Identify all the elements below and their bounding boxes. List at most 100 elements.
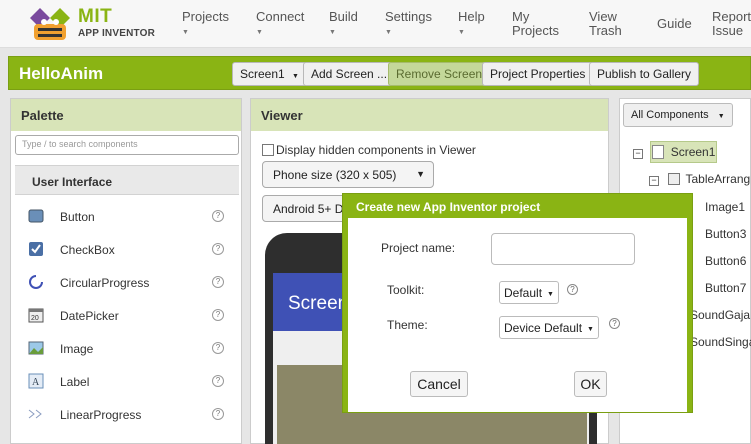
nav-report-issue[interactable]: Report Issue	[712, 10, 751, 38]
toolkit-select[interactable]: Default ▼	[499, 281, 559, 304]
create-project-dialog: Create new App Inventor project Project …	[342, 193, 693, 413]
help-icon[interactable]: ?	[212, 276, 224, 288]
all-components-select[interactable]: All Components ▼	[623, 103, 733, 127]
theme-select[interactable]: Device Default ▼	[499, 316, 599, 339]
android-version-value: Android 5+ D	[273, 202, 344, 216]
palette-item-label: Button	[60, 210, 95, 224]
circular-progress-icon	[29, 275, 43, 289]
tree-item-button7[interactable]: Button7	[705, 281, 746, 295]
palette-item-checkbox[interactable]: CheckBox ?	[15, 233, 239, 266]
palette-item-label: CheckBox	[60, 243, 115, 257]
palette-item-linearprogress[interactable]: LinearProgress ?	[15, 398, 239, 431]
palette-item-label: LinearProgress	[60, 408, 142, 422]
project-name-label: Project name:	[381, 241, 456, 255]
tree-item-soundgaja[interactable]: SoundGaja	[690, 308, 750, 322]
palette-item-label-component[interactable]: A Label ?	[15, 365, 239, 398]
theme-help-icon[interactable]: ?	[609, 318, 620, 329]
help-icon[interactable]: ?	[212, 210, 224, 222]
app-inventor-logo[interactable]: MIT APP INVENTOR	[26, 4, 156, 44]
viewer-title: Viewer	[251, 99, 608, 131]
tree-item-label: TableArrang	[685, 172, 751, 186]
tree-item-soundsinga[interactable]: SoundSinga	[690, 335, 751, 349]
nav-guide[interactable]: Guide	[657, 17, 692, 31]
palette-item-label: CircularProgress	[60, 276, 150, 290]
tree-item-label: Screen1	[670, 145, 716, 159]
table-arrangement-icon	[668, 173, 681, 185]
ok-button[interactable]: OK	[574, 371, 607, 397]
chevron-down-icon: ▼	[717, 113, 725, 120]
tree-item-button3[interactable]: Button3	[705, 227, 746, 241]
help-icon[interactable]: ?	[212, 408, 224, 420]
help-icon[interactable]: ?	[212, 342, 224, 354]
nav-build[interactable]: Build ▼	[329, 10, 358, 40]
collapse-icon[interactable]: −	[633, 149, 643, 159]
logo-mit-text: MIT	[78, 6, 113, 27]
phone-size-value: Phone size (320 x 505)	[273, 168, 397, 182]
dialog-title: Create new App Inventor project	[356, 200, 541, 214]
help-icon[interactable]: ?	[212, 309, 224, 321]
nav-my-projects[interactable]: My Projects	[512, 10, 562, 38]
screen-select[interactable]: Screen1 ▼	[232, 62, 307, 86]
checkbox-icon	[29, 242, 43, 256]
chevron-down-icon: ▼	[256, 29, 263, 36]
palette-panel: Palette Type / to search components User…	[10, 98, 242, 444]
nav-settings[interactable]: Settings ▼	[385, 10, 432, 40]
palette-search-input[interactable]: Type / to search components	[15, 135, 239, 155]
linear-progress-icon	[28, 409, 42, 419]
tree-item-image1[interactable]: Image1	[705, 200, 745, 214]
nav-help-label: Help	[458, 9, 485, 24]
svg-text:20: 20	[31, 315, 39, 322]
toolkit-label: Toolkit:	[387, 283, 425, 297]
tree-item-button6[interactable]: Button6	[705, 254, 746, 268]
palette-item-image[interactable]: Image ?	[15, 332, 239, 365]
display-hidden-checkbox[interactable]	[262, 144, 274, 156]
palette-section-user-interface[interactable]: User Interface	[15, 165, 239, 195]
nav-projects-label: Projects	[182, 9, 229, 24]
nav-projects[interactable]: Projects ▼	[182, 10, 229, 40]
toolkit-help-icon[interactable]: ?	[567, 284, 578, 295]
palette-title: Palette	[11, 99, 241, 131]
display-hidden-checkbox-row[interactable]: Display hidden components in Viewer	[262, 143, 476, 157]
logo-app-inventor-text: APP INVENTOR	[78, 28, 156, 39]
chevron-down-icon: ▼	[587, 326, 594, 333]
publish-to-gallery-button[interactable]: Publish to Gallery	[589, 62, 700, 86]
tree-item-tablearrangement[interactable]: − TableArrang	[649, 172, 750, 186]
screen-icon	[652, 145, 665, 159]
chevron-down-icon: ▼	[416, 169, 425, 179]
chevron-down-icon: ▼	[547, 291, 554, 298]
theme-label: Theme:	[387, 318, 428, 332]
palette-item-circularprogress[interactable]: CircularProgress ?	[15, 266, 239, 299]
project-name-input[interactable]	[491, 233, 635, 265]
datepicker-icon: 20	[28, 308, 44, 323]
tree-item-screen1[interactable]: − Screen1	[633, 145, 715, 159]
palette-item-button[interactable]: Button ?	[15, 200, 239, 233]
all-components-label: All Components	[631, 109, 709, 121]
nav-build-label: Build	[329, 9, 358, 24]
collapse-icon[interactable]: −	[649, 176, 659, 186]
remove-screen-button[interactable]: Remove Screen	[388, 62, 491, 86]
button-icon	[28, 209, 44, 223]
cancel-button[interactable]: Cancel	[410, 371, 468, 397]
nav-help[interactable]: Help ▼	[458, 10, 485, 40]
display-hidden-label: Display hidden components in Viewer	[276, 143, 476, 157]
palette-item-datepicker[interactable]: 20 DatePicker ?	[15, 299, 239, 332]
nav-connect-label: Connect	[256, 9, 305, 24]
screen-select-label: Screen1	[240, 67, 285, 81]
palette-item-label: Image	[60, 342, 94, 356]
project-properties-button[interactable]: Project Properties	[482, 62, 594, 86]
chevron-down-icon: ▼	[458, 29, 465, 36]
chevron-down-icon: ▼	[329, 29, 336, 36]
nav-connect[interactable]: Connect ▼	[256, 10, 304, 40]
help-icon[interactable]: ?	[212, 375, 224, 387]
palette-item-label: DatePicker	[60, 309, 119, 323]
project-toolbar: HelloAnim Screen1 ▼ Add Screen ... Remov…	[8, 56, 751, 90]
top-navigation: MIT APP INVENTOR Projects ▼ Connect ▼ Bu…	[0, 0, 751, 48]
help-icon[interactable]: ?	[212, 243, 224, 255]
add-screen-button[interactable]: Add Screen ...	[303, 62, 396, 86]
chevron-down-icon: ▼	[292, 73, 299, 80]
nav-settings-label: Settings	[385, 9, 432, 24]
phone-size-select[interactable]: Phone size (320 x 505) ▼	[262, 161, 434, 188]
nav-view-trash[interactable]: View Trash	[589, 10, 629, 38]
label-icon: A	[28, 373, 44, 389]
phone-screen-title: Screen	[288, 293, 349, 314]
